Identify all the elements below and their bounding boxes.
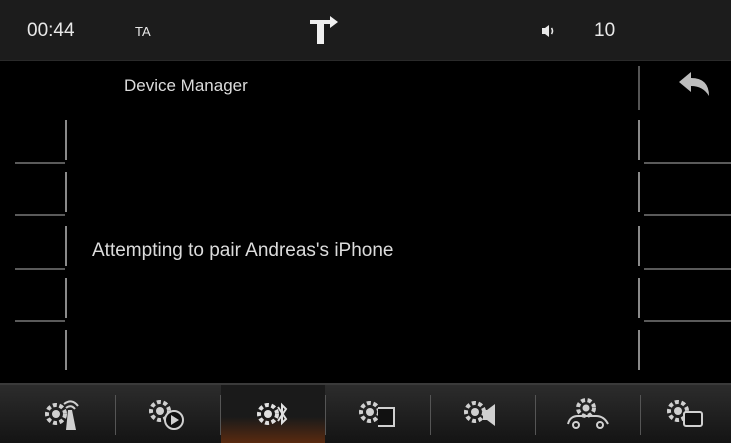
right-softkey-2[interactable] (638, 172, 731, 224)
status-bar: 00:44 TA 10 (0, 0, 731, 61)
media-play-settings-icon (146, 396, 190, 432)
tab-bluetooth-settings[interactable] (221, 385, 325, 443)
tab-screen-settings[interactable] (641, 385, 731, 443)
bottom-menu-bar (0, 383, 731, 443)
left-softkey-3[interactable] (15, 226, 81, 278)
screen-settings-icon (664, 396, 708, 432)
tab-media-settings[interactable] (116, 385, 220, 443)
tab-display-settings[interactable] (326, 385, 430, 443)
volume-level: 10 (594, 20, 616, 41)
left-softkey-5[interactable] (15, 330, 81, 382)
tab-vehicle-settings[interactable] (536, 385, 640, 443)
right-softkey-3[interactable] (638, 226, 731, 278)
page-title: Device Manager (124, 76, 248, 95)
turn-right-arrow-icon (306, 14, 342, 46)
speaker-icon (541, 24, 557, 38)
left-softkey-4[interactable] (15, 278, 81, 330)
radio-antenna-settings-icon (42, 396, 82, 432)
right-softkey-4[interactable] (638, 278, 731, 330)
back-button[interactable] (663, 64, 723, 110)
vehicle-settings-icon (564, 396, 612, 432)
display-settings-icon (356, 396, 400, 432)
clock: 00:44 (27, 20, 75, 41)
tab-audio-settings[interactable] (431, 385, 535, 443)
tab-radio-settings[interactable] (10, 385, 114, 443)
divider (638, 66, 640, 110)
pairing-status-message: Attempting to pair Andreas's iPhone (92, 240, 394, 261)
left-softkey-2[interactable] (15, 172, 81, 224)
bluetooth-settings-icon (253, 396, 293, 432)
traffic-announcement-indicator: TA (135, 24, 151, 39)
audio-settings-icon (461, 396, 505, 432)
back-arrow-icon (663, 64, 723, 110)
right-softkey-5[interactable] (638, 330, 731, 382)
left-softkey-1[interactable] (15, 120, 81, 172)
right-softkey-1[interactable] (638, 120, 731, 172)
